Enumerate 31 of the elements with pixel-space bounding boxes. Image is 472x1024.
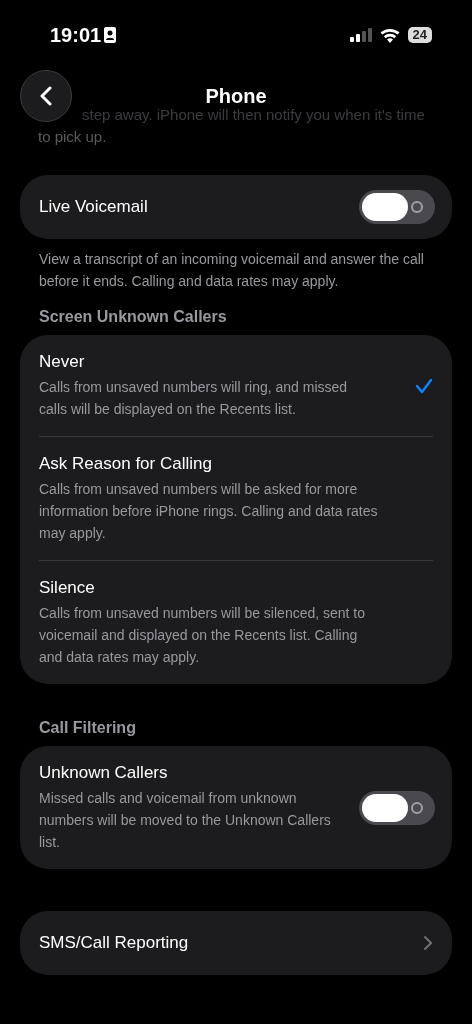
option-description: Calls from unsaved numbers will be silenced, sent to voicemail and displayed on the Recents list. Calling and data rates may apply. (39, 604, 367, 667)
back-button[interactable] (20, 70, 72, 122)
section-footer-text: to pick up. (38, 127, 108, 147)
option-row[interactable]: Ask Reason for Calling Calls from unsaved numbers will be asked for more information before iPhone rings. Calling and data rates may apply. (39, 436, 433, 560)
option-title: Ask Reason for Calling (39, 453, 213, 475)
live-voicemail-toggle[interactable] (359, 190, 435, 224)
live-voicemail-row[interactable]: Live Voicemail (20, 175, 452, 239)
section-header: Screen Unknown Callers (38, 307, 228, 327)
option-title: Silence (39, 577, 96, 599)
chevron-right-icon (424, 936, 432, 950)
option-description: Calls from unsaved numbers will ring, and missed calls will be displayed on the Recents list. (39, 378, 349, 419)
unknown-callers-toggle[interactable] (359, 790, 435, 825)
row-label: SMS/Call Reporting (39, 932, 189, 955)
section-footer-text: View a transcript of an incoming voicemail and answer the call before it ends. Calling and data rates may apply. (38, 250, 425, 291)
contact-card-icon (104, 27, 117, 43)
option-description: Calls from unsaved numbers will be asked for more information before iPhone rings. Calling and data rates may apply. (39, 480, 379, 543)
clock: 19:01 (50, 23, 102, 48)
row-label: Live Voicemail (39, 196, 148, 219)
back-icon (40, 86, 52, 106)
row-description: Missed calls and voicemail from unknown numbers will be moved to the Unknown Callers list. (39, 789, 332, 852)
battery-indicator: 24 (407, 27, 432, 43)
sms-call-reporting-row[interactable]: SMS/Call Reporting (20, 911, 452, 975)
checkmark-icon (415, 377, 433, 394)
section-header: Call Filtering (38, 718, 137, 738)
row-label: Unknown Callers (39, 762, 169, 784)
wifi-icon (379, 27, 400, 43)
signal-icon (349, 28, 372, 42)
option-row[interactable]: Never Calls from unsaved numbers will ring, and missed calls will be displayed on the Recents list. (39, 335, 433, 436)
unknown-callers-row[interactable]: Unknown Callers Missed calls and voicemail from unknown numbers will be moved to the Unknown Callers list. (20, 746, 452, 869)
option-row[interactable]: Silence Calls from unsaved numbers will be silenced, sent to voicemail and displayed on the Recents list. Calling and data rates may apply. (39, 560, 433, 684)
option-title: Never (39, 351, 86, 373)
